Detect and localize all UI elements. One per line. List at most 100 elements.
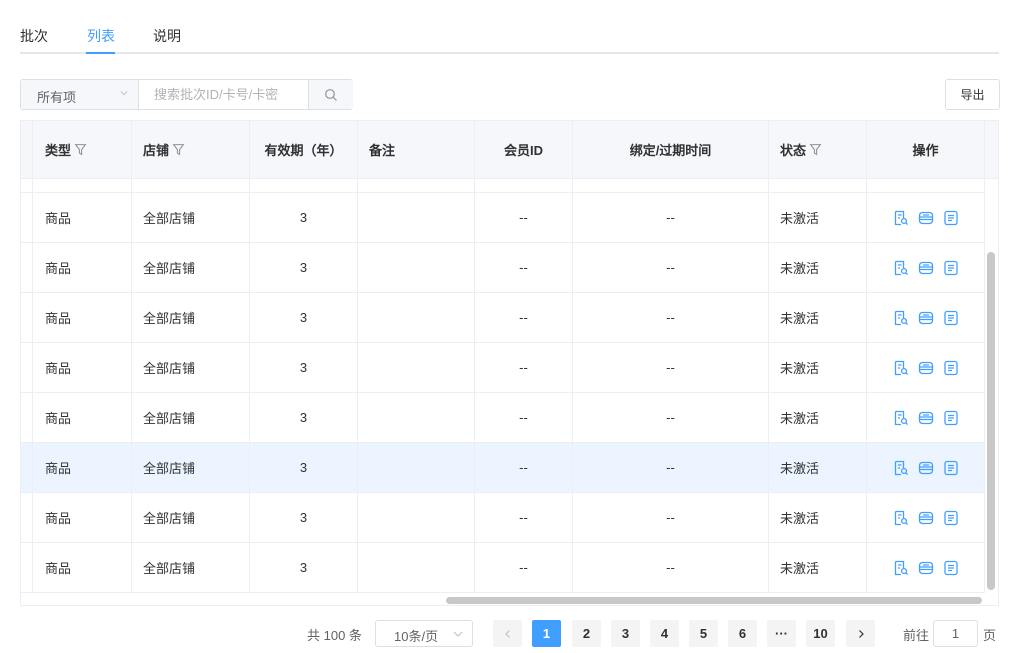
row-actions [867,193,985,242]
document-icon[interactable] [943,260,959,276]
row-gutter [21,443,33,492]
search-button[interactable] [308,80,353,109]
table-cell [250,179,358,192]
page-button[interactable]: 6 [728,620,757,647]
document-icon[interactable] [943,510,959,526]
document-icon[interactable] [943,310,959,326]
table-row[interactable]: 商品 全部店铺 3 -- -- 未激活 [21,343,985,393]
cell-status: 未激活 [769,193,867,242]
table-row[interactable]: 商品 全部店铺 3 -- -- 未激活 [21,243,985,293]
table-row[interactable]: 商品 全部店铺 3 -- -- 未激活 [21,493,985,543]
cell-shop: 全部店铺 [132,393,250,442]
row-gutter [21,243,33,292]
horizontal-scrollbar[interactable] [446,597,982,604]
filter-select[interactable]: 所有项 [21,80,139,109]
page-button[interactable]: 5 [689,620,718,647]
cell-validity: 3 [250,293,358,342]
row-gutter [21,343,33,392]
cell-validity: 3 [250,443,358,492]
detail-search-icon[interactable] [893,210,909,226]
col-note-label: 备注 [369,143,396,158]
cell-validity: 3 [250,343,358,392]
document-icon[interactable] [943,360,959,376]
cell-status: 未激活 [769,293,867,342]
table-row[interactable]: 商品 全部店铺 3 -- -- 未激活 [21,193,985,243]
table-row[interactable]: 商品 全部店铺 3 -- -- 未激活 [21,543,985,593]
cell-type: 商品 [33,343,132,392]
cell-member-id: -- [475,393,573,442]
export-button[interactable]: 导出 [945,79,1000,110]
tab-list[interactable]: 列表 [87,26,115,46]
cell-member-id: -- [475,543,573,592]
detail-search-icon[interactable] [893,460,909,476]
document-icon[interactable] [943,560,959,576]
cell-type: 商品 [33,193,132,242]
card-icon[interactable] [918,410,934,426]
detail-search-icon[interactable] [893,410,909,426]
goto-page-input[interactable]: 1 [933,620,978,647]
table-cell [573,179,769,192]
page-button[interactable]: 1 [532,620,561,647]
card-icon[interactable] [918,310,934,326]
action-group [893,460,959,476]
cell-type: 商品 [33,243,132,292]
cell-member-id: -- [475,193,573,242]
vertical-scrollbar[interactable] [987,252,995,590]
col-actions-label: 操作 [912,143,939,158]
col-time-label: 绑定/过期时间 [629,143,712,158]
detail-search-icon[interactable] [893,510,909,526]
cell-status: 未激活 [769,343,867,392]
card-icon[interactable] [918,360,934,376]
col-member-id: 会员ID [475,121,573,178]
table-row[interactable]: 商品 全部店铺 3 -- -- 未激活 [21,293,985,343]
cell-status: 未激活 [769,543,867,592]
detail-search-icon[interactable] [893,560,909,576]
document-icon[interactable] [943,460,959,476]
tab-batch[interactable]: 批次 [20,26,48,46]
card-icon[interactable] [918,210,934,226]
cell-member-id: -- [475,293,573,342]
col-validity-label: 有效期（年） [264,143,343,158]
row-gutter [21,393,33,442]
page-button[interactable]: 4 [650,620,679,647]
page-button[interactable]: 2 [572,620,601,647]
detail-search-icon[interactable] [893,260,909,276]
card-icon[interactable] [918,560,934,576]
goto-suffix: 页 [983,628,997,643]
page-button[interactable]: 10 [806,620,835,647]
filter-icon[interactable] [172,143,185,156]
action-group [893,260,959,276]
detail-search-icon[interactable] [893,360,909,376]
col-type-label: 类型 [45,143,72,158]
table-cell [21,179,33,192]
card-icon[interactable] [918,260,934,276]
filter-icon[interactable] [809,143,822,156]
filter-icon[interactable] [74,143,87,156]
table-row[interactable]: 商品 全部店铺 3 -- -- 未激活 [21,443,985,493]
document-icon[interactable] [943,410,959,426]
cell-time: -- [573,393,769,442]
table-row[interactable]: 商品 全部店铺 3 -- -- 未激活 [21,393,985,443]
cell-type: 商品 [33,393,132,442]
cell-time: -- [573,493,769,542]
cell-validity: 3 [250,243,358,292]
more-pages-button[interactable]: ··· [767,620,796,647]
cell-member-id: -- [475,243,573,292]
cell-note [358,343,475,392]
cell-note [358,443,475,492]
prev-page-button[interactable] [493,620,522,647]
search-input[interactable] [139,80,309,109]
detail-search-icon[interactable] [893,310,909,326]
row-actions [867,343,985,392]
tab-description[interactable]: 说明 [153,26,181,46]
page-button[interactable]: 3 [611,620,640,647]
next-page-button[interactable] [846,620,875,647]
cell-note [358,193,475,242]
card-icon[interactable] [918,460,934,476]
cell-note [358,493,475,542]
table-cell [132,179,250,192]
page-size-select[interactable]: 10条/页 [375,620,473,647]
col-time: 绑定/过期时间 [573,121,769,178]
card-icon[interactable] [918,510,934,526]
document-icon[interactable] [943,210,959,226]
